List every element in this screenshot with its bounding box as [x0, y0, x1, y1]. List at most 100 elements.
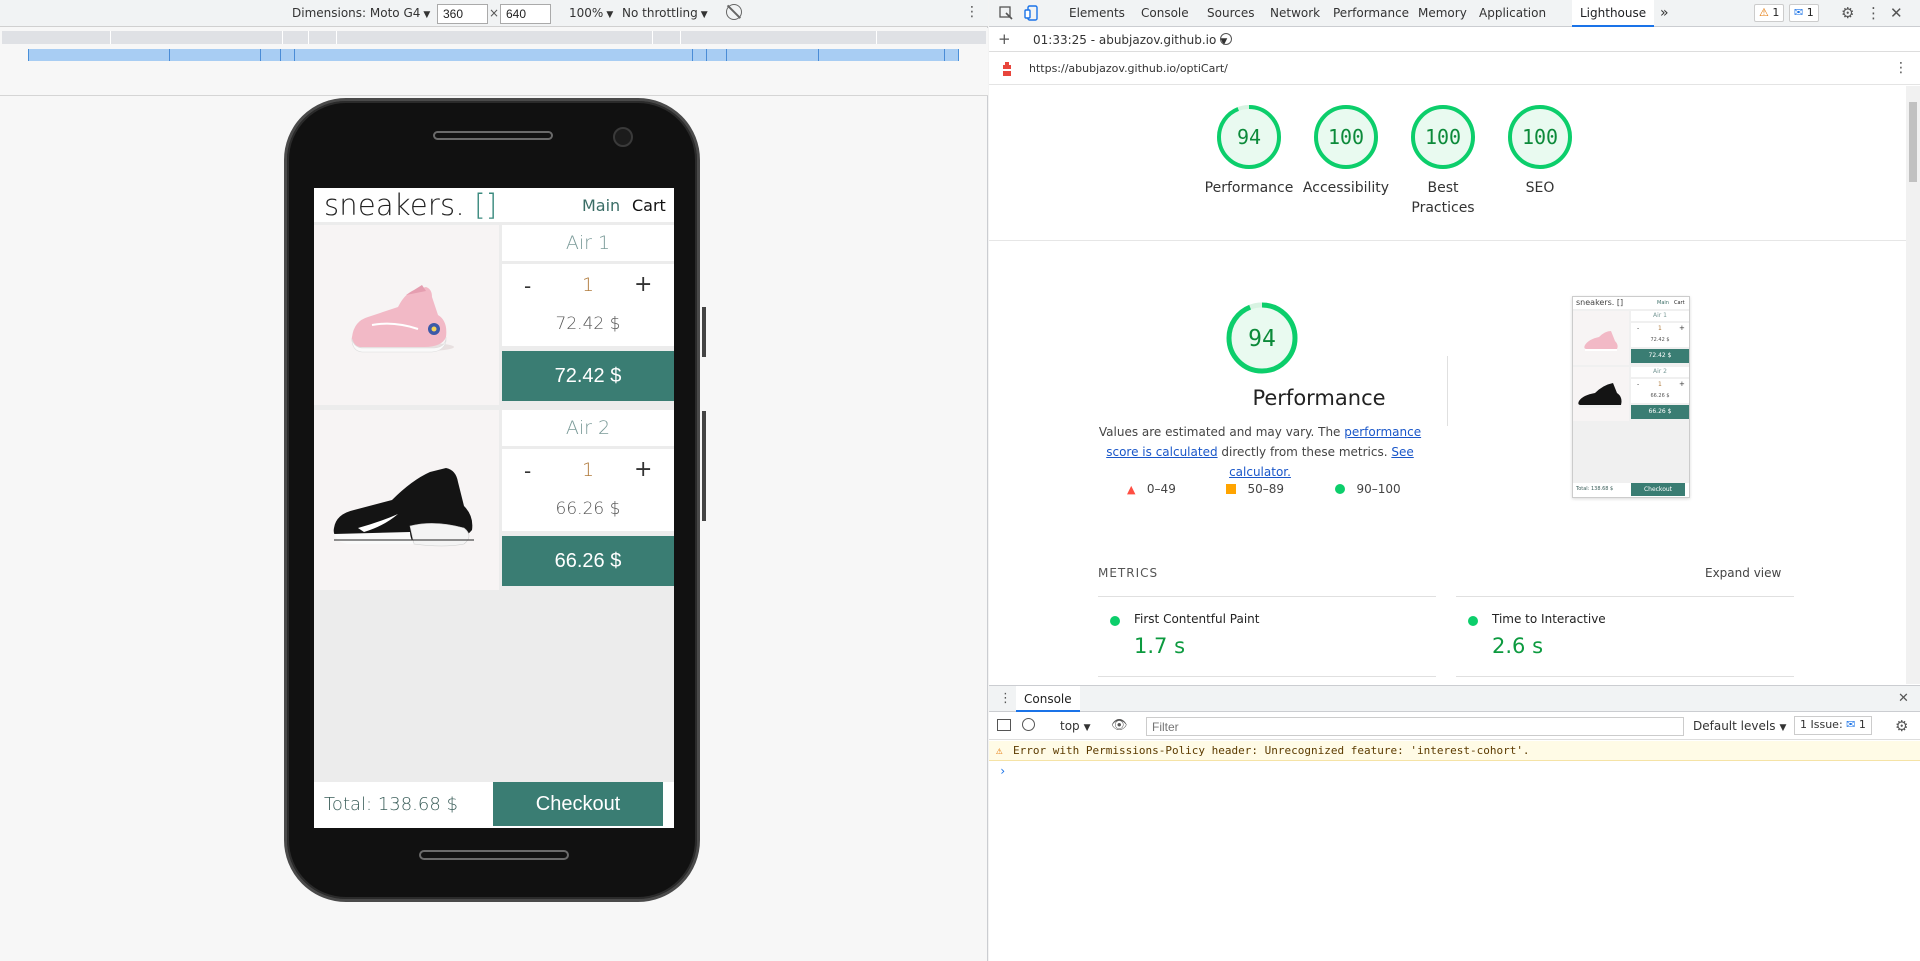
console-toolbar: top▼ 👁 Default levels▼ 1 Issue: ✉ 1 ⚙ [989, 713, 1920, 740]
zoom-select[interactable]: 100% ▼ [569, 6, 613, 20]
thumb-quantity: 1 [1658, 381, 1662, 388]
chevron-down-icon: ▼ [1083, 723, 1091, 733]
tab-performance[interactable]: Performance [1333, 0, 1409, 27]
drawer-menu-icon[interactable]: ⋮ [999, 691, 1012, 706]
metric-value: 2.6 s [1492, 634, 1544, 658]
more-options-icon[interactable]: ⋮ [1894, 60, 1908, 76]
thumb-product-name: Air 1 [1631, 311, 1689, 321]
more-options-icon[interactable]: ⋮ [1866, 4, 1881, 22]
increase-button[interactable]: + [634, 272, 652, 297]
increase-button[interactable]: + [634, 457, 652, 482]
divider [1098, 596, 1436, 597]
thumb-decrease: - [1637, 325, 1640, 332]
thumb-quantity-box: - 1 + 66.26 $ [1631, 379, 1689, 403]
clear-console-icon[interactable] [1022, 718, 1035, 731]
issues-count: 1 [1858, 718, 1866, 731]
lighthouse-report: 94 Performance 100 Accessibility 100 Bes… [989, 86, 1906, 684]
performance-title: Performance [1252, 386, 1386, 410]
device-select[interactable]: Dimensions: Moto G4 ▼ [292, 6, 430, 20]
pass-circle-icon [1468, 616, 1478, 626]
thumb-cart-total: Total: 138.68 $ [1576, 486, 1614, 492]
inspect-element-icon[interactable] [998, 5, 1014, 21]
quantity-box: - 1 + 72.42 $ [502, 264, 674, 346]
score-gauge-best-practices[interactable]: 100 Best Practices [1393, 104, 1493, 218]
height-input[interactable] [500, 4, 551, 24]
more-options-icon[interactable]: ⋮ [965, 4, 979, 20]
settings-gear-icon[interactable]: ⚙ [1841, 4, 1854, 22]
drawer-tab-console[interactable]: Console [1016, 686, 1080, 712]
new-report-button[interactable]: + [998, 30, 1011, 48]
product-name: Air 1 [502, 225, 674, 261]
media-query-ruler[interactable] [28, 49, 959, 61]
sidebar-toggle-icon[interactable] [997, 719, 1011, 731]
tab-network[interactable]: Network [1270, 0, 1320, 27]
issues-button[interactable]: 1 Issue: ✉ 1 [1794, 716, 1872, 735]
nav-cart-link[interactable]: Cart [632, 196, 666, 215]
logo-brackets: [] [474, 188, 498, 222]
report-select-label: 01:33:25 - abubjazov.github.io [1033, 33, 1217, 47]
tab-console[interactable]: Console [1141, 0, 1189, 27]
issues-label: 1 Issue: [1800, 718, 1843, 731]
console-warning-message[interactable]: ⚠ Error with Permissions-Policy header: … [989, 741, 1920, 761]
levels-label: Default levels [1693, 719, 1776, 733]
cart-item: Air 1 - 1 + 72.42 $ 72.42 $ [314, 225, 674, 405]
desc-text: Values are estimated and may vary. The [1098, 425, 1345, 439]
logo-text: sneakers. [324, 188, 465, 222]
legend-average: 50–89 [1226, 482, 1284, 496]
decrease-button[interactable]: - [524, 274, 531, 298]
report-scrollbar[interactable] [1906, 86, 1920, 684]
context-select[interactable]: top ▼ [1060, 719, 1091, 733]
product-name: Air 2 [502, 410, 674, 446]
warnings-count: 1 [1772, 6, 1780, 19]
metric-name: Time to Interactive [1492, 612, 1606, 626]
console-drawer: ⋮ Console ✕ top▼ 👁 Default levels▼ 1 Iss… [989, 685, 1920, 961]
square-icon [1226, 484, 1236, 494]
messages-badge[interactable]: ✉ 1 [1789, 4, 1819, 22]
cart-item: Air 2 - 1 + 66.26 $ 66.26 $ [314, 410, 674, 590]
report-url[interactable]: https://abubjazov.github.io/optiCart/ [1029, 62, 1228, 75]
eye-icon[interactable]: 👁 [1111, 718, 1128, 733]
tab-memory[interactable]: Memory [1418, 0, 1467, 27]
device-width-ruler[interactable] [2, 31, 986, 44]
tab-application[interactable]: Application [1479, 0, 1546, 27]
performance-big-gauge: 94 [1226, 302, 1298, 374]
score-gauge-accessibility[interactable]: 100 Accessibility [1296, 104, 1396, 198]
decrease-button[interactable]: - [524, 459, 531, 483]
score-gauge-performance[interactable]: 94 Performance [1199, 104, 1299, 198]
scrollbar-thumb[interactable] [1909, 102, 1917, 182]
rotate-icon[interactable] [726, 4, 742, 20]
report-select[interactable]: 01:33:25 - abubjazov.github.io ▼ [1033, 33, 1227, 47]
device-toggle-icon[interactable] [1024, 5, 1040, 21]
legend-label: 0–49 [1146, 482, 1176, 496]
nav-main-link[interactable]: Main [582, 196, 620, 215]
item-total-button[interactable]: 66.26 $ [502, 536, 674, 586]
expand-view-toggle[interactable]: Expand view [1705, 566, 1781, 580]
divider [1098, 676, 1436, 677]
width-input[interactable] [437, 4, 488, 24]
tab-lighthouse[interactable]: Lighthouse [1572, 0, 1655, 27]
close-drawer-icon[interactable]: ✕ [1898, 691, 1909, 706]
chevron-down-icon: ▼ [423, 10, 431, 20]
thumb-unit-price: 66.26 $ [1650, 393, 1670, 399]
checkout-button[interactable]: Checkout [493, 782, 663, 826]
more-tabs-icon[interactable]: » [1660, 0, 1669, 27]
app-logo[interactable]: sneakers. [] [324, 188, 497, 222]
score-gauge-seo[interactable]: 100 SEO [1490, 104, 1590, 198]
tab-elements[interactable]: Elements [1069, 0, 1125, 27]
console-prompt[interactable]: › [999, 764, 1006, 778]
log-levels-select[interactable]: Default levels ▼ [1693, 719, 1786, 733]
gauge-ring: 100 [1411, 105, 1475, 169]
console-settings-gear-icon[interactable]: ⚙ [1895, 717, 1908, 735]
score-label: SEO [1525, 180, 1555, 196]
close-icon[interactable]: ✕ [1890, 4, 1903, 22]
final-screenshot-thumbnail[interactable]: sneakers. [] Main Cart Air 1 - 1 + 72.42… [1572, 296, 1690, 498]
console-filter-input[interactable] [1146, 717, 1684, 736]
chevron-down-icon: ▼ [606, 10, 614, 20]
item-total-button[interactable]: 72.42 $ [502, 351, 674, 401]
thumb-product-image [1573, 311, 1629, 365]
throttle-select[interactable]: No throttling ▼ [622, 6, 708, 20]
warnings-badge[interactable]: ⚠ 1 [1754, 4, 1785, 22]
clear-icon[interactable] [1220, 33, 1232, 45]
tab-sources[interactable]: Sources [1207, 0, 1254, 27]
phone-home-bar [419, 850, 569, 860]
